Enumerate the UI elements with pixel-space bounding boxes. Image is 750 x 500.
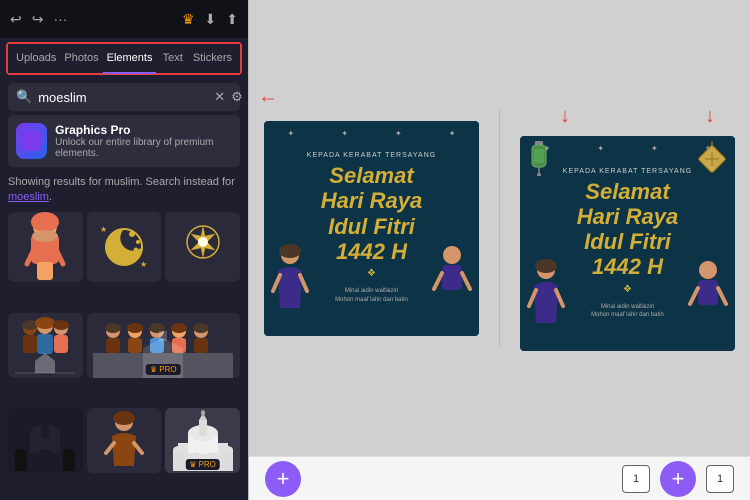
graphics-pro-icon: 🖼 (16, 123, 47, 159)
share-icon[interactable]: ⬆ (226, 11, 238, 28)
element-crescent-moon[interactable]: ★ ★ (87, 212, 162, 282)
element-mosque-dark[interactable] (8, 408, 83, 473)
tab-stickers[interactable]: Stickers (189, 44, 236, 73)
clear-icon[interactable]: ✕ (214, 89, 225, 105)
pro-badge-kids: ♛PRO (146, 364, 181, 375)
undo-icon[interactable]: ↩ (10, 11, 22, 28)
red-arrows-row: ↓ ↓ (520, 105, 735, 128)
graphics-pro-text: Graphics Pro Unlock our entire library o… (55, 123, 232, 159)
element-praying-girl[interactable] (87, 408, 162, 473)
design-card-1-wrapper: ✦✦✦✦ KEPADA KERABAT TERSAYANG Selamat Ha… (264, 121, 479, 336)
card-title-1: Selamat Hari Raya Idul Fitri 1442 H (321, 163, 423, 264)
card-bg-1: ✦✦✦✦ KEPADA KERABAT TERSAYANG Selamat Ha… (264, 121, 479, 336)
toolbar-right-icons: ♛ ⬇ ⬆ (182, 11, 238, 28)
card-title-2: Selamat Hari Raya Idul Fitri 1442 H (577, 179, 679, 280)
add-button-right[interactable]: + (660, 461, 696, 497)
card-person-right-2 (686, 258, 731, 331)
search-input[interactable] (38, 90, 214, 105)
nav-tabs-container: Uploads Photos Elements Text Stickers (6, 42, 242, 75)
search-icon: 🔍 (16, 89, 32, 105)
moeslim-link[interactable]: moeslim (8, 191, 49, 203)
add-button-left[interactable]: + (265, 461, 301, 497)
design-card-1[interactable]: ✦✦✦✦ KEPADA KERABAT TERSAYANG Selamat Ha… (264, 121, 479, 336)
red-arrow-right: ↓ (705, 105, 715, 128)
svg-text:★: ★ (140, 260, 147, 269)
tab-elements[interactable]: Elements (103, 44, 157, 74)
element-hijab-girl[interactable] (8, 212, 83, 282)
canvas-wrapper: ✦✦✦✦ KEPADA KERABAT TERSAYANG Selamat Ha… (259, 105, 740, 351)
card-ketupat-2 (697, 141, 727, 183)
design-card-2[interactable]: ✦✦✦✦ (520, 136, 735, 351)
bottom-bar-left: + (265, 461, 301, 497)
crown-icon[interactable]: ♛ (182, 11, 195, 28)
card-lantern-2 (528, 141, 550, 181)
search-results-text: Showing results for muslim. Search inste… (0, 175, 248, 212)
red-arrow-left: ↓ (560, 105, 570, 128)
main-area: ✦✦✦✦ KEPADA KERABAT TERSAYANG Selamat Ha… (249, 0, 750, 500)
canvas-area: ✦✦✦✦ KEPADA KERABAT TERSAYANG Selamat Ha… (249, 0, 750, 456)
page-indicator-right[interactable]: 1 (706, 465, 734, 493)
bottom-bar-right: 1 + 1 (622, 461, 734, 497)
redo-icon[interactable]: ↪ (32, 11, 44, 28)
tab-photos[interactable]: Photos (60, 44, 102, 73)
tab-text[interactable]: Text (156, 44, 188, 73)
svg-text:★: ★ (100, 225, 107, 234)
nav-tabs: Uploads Photos Elements Text Stickers (8, 44, 240, 73)
card-footer-2: Minal aidin walfaizin Mohon maaf lahir d… (591, 303, 664, 320)
design-card-2-wrapper: ↓ ↓ ✦✦✦✦ (520, 105, 735, 351)
card-person-left-2 (524, 258, 569, 331)
search-bar: 🔍 ✕ ⚙ (8, 83, 240, 111)
design-card-1-inner: ✦✦✦✦ KEPADA KERABAT TERSAYANG Selamat Ha… (264, 121, 479, 336)
filter-icon[interactable]: ⚙ (231, 89, 243, 105)
elements-grid: ★ ★ (0, 212, 248, 500)
bottom-bar: + 1 + 1 (249, 456, 750, 500)
toolbar-left-icons: ↩ ↪ ··· (10, 11, 67, 28)
card-footer-1: Minal aidin walfaizin Mohon maaf lahir d… (335, 287, 408, 304)
element-kids-row[interactable]: ♛PRO (87, 313, 240, 378)
search-arrow-indicator: ← (258, 86, 278, 109)
search-bar-wrapper: 🔍 ✕ ⚙ ← (8, 83, 240, 111)
tab-uploads[interactable]: Uploads (12, 44, 60, 73)
download-icon[interactable]: ⬇ (205, 11, 217, 28)
design-card-2-inner: ✦✦✦✦ (520, 136, 735, 351)
more-icon[interactable]: ··· (53, 11, 67, 27)
canvas-divider (499, 108, 500, 348)
element-mosque-white[interactable]: ♛PRO (165, 408, 240, 473)
element-star-lamp[interactable] (165, 212, 240, 282)
card-divider-1: ❖ (367, 268, 376, 279)
top-toolbar: ↩ ↪ ··· ♛ ⬇ ⬆ (0, 0, 248, 38)
graphics-pro-banner[interactable]: 🖼 Graphics Pro Unlock our entire library… (8, 115, 240, 167)
card-bg-2: ✦✦✦✦ (520, 136, 735, 351)
page-indicator-left[interactable]: 1 (622, 465, 650, 493)
card-person-right-1 (430, 243, 475, 316)
left-panel: ↩ ↪ ··· ♛ ⬇ ⬆ Uploads Photos Elements Te… (0, 0, 248, 500)
card-person-left-1 (268, 243, 313, 316)
card-stars-1: ✦✦✦✦ (264, 129, 479, 138)
pro-badge-mosque: ♛PRO (185, 459, 220, 470)
card-divider-2: ❖ (623, 284, 632, 295)
element-family[interactable] (8, 313, 83, 378)
